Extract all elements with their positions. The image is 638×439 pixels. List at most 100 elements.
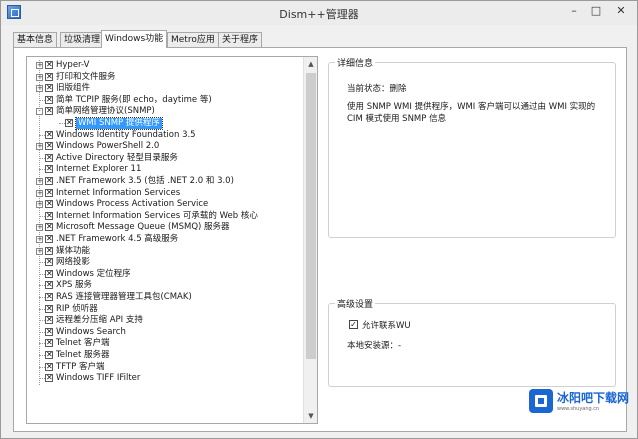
tab-cleanup[interactable]: 垃圾清理 <box>60 32 105 47</box>
feature-row[interactable]: ✕ Active Directory 轻型目录服务 <box>27 153 303 164</box>
tab-about[interactable]: 关于程序 <box>218 32 263 47</box>
feature-row[interactable]: ✕ 简单 TCPIP 服务(即 echo，daytime 等) <box>27 95 303 106</box>
feature-checkbox[interactable]: ✕ <box>45 281 53 290</box>
feature-checkbox[interactable]: ✕ <box>45 211 53 220</box>
feature-checkbox[interactable]: ✕ <box>45 188 53 197</box>
feature-label[interactable]: 远程差分压缩 API 支持 <box>56 315 143 326</box>
feature-checkbox[interactable]: ✕ <box>45 293 53 301</box>
expand-icon[interactable]: + <box>36 189 43 197</box>
feature-row[interactable]: + ✕ 媒体功能 <box>27 246 303 257</box>
tab-windows-features[interactable]: Windows功能 <box>101 30 168 48</box>
feature-row[interactable]: ✕ Telnet 服务器 <box>27 350 303 361</box>
minimize-icon[interactable]: – <box>563 3 585 19</box>
expand-icon[interactable]: + <box>36 62 43 69</box>
feature-label[interactable]: 简单网络管理协议(SNMP) <box>56 106 155 117</box>
feature-checkbox[interactable]: ✕ <box>45 95 53 104</box>
feature-row[interactable]: ✕ Telnet 客户端 <box>27 338 303 349</box>
feature-checkbox[interactable]: ✕ <box>45 362 53 371</box>
feature-checkbox[interactable]: ✕ <box>45 304 53 313</box>
feature-label[interactable]: TFTP 客户端 <box>56 362 104 373</box>
expand-icon[interactable]: + <box>36 143 43 151</box>
feature-row[interactable]: ✕ RAS 连接管理器管理工具包(CMAK) <box>27 292 303 303</box>
tree-scrollbar[interactable]: ▲ ▼ <box>303 57 317 423</box>
feature-label[interactable]: Telnet 服务器 <box>56 350 110 361</box>
feature-row[interactable]: ✕ Windows Search <box>27 327 303 338</box>
feature-row[interactable]: + ✕ Windows Process Activation Service <box>27 199 303 210</box>
feature-label[interactable]: Windows TIFF IFilter <box>56 373 140 384</box>
feature-label[interactable]: Windows Process Activation Service <box>56 199 208 210</box>
feature-checkbox[interactable]: ✕ <box>45 339 53 348</box>
collapse-icon[interactable]: - <box>36 108 43 116</box>
feature-checkbox[interactable]: ✕ <box>45 258 53 267</box>
tab-metro-apps[interactable]: Metro应用 <box>167 32 219 47</box>
feature-label[interactable]: Telnet 客户端 <box>56 338 110 349</box>
expand-icon[interactable]: + <box>36 201 43 209</box>
feature-checkbox[interactable]: ✕ <box>45 351 53 359</box>
feature-row[interactable]: ✕ Internet Explorer 11 <box>27 164 303 175</box>
feature-label[interactable]: .NET Framework 4.5 高级服务 <box>56 234 178 245</box>
feature-row[interactable]: ✕ Windows 定位程序 <box>27 269 303 280</box>
feature-label[interactable]: 旧版组件 <box>56 83 90 94</box>
feature-row[interactable]: ✕ 网络投影 <box>27 257 303 268</box>
feature-checkbox[interactable]: ✕ <box>45 130 53 139</box>
feature-row[interactable]: ✕ 远程差分压缩 API 支持 <box>27 315 303 326</box>
close-icon[interactable]: ✕ <box>601 3 638 19</box>
feature-row[interactable]: ✕ Windows Identity Foundation 3.5 <box>27 130 303 141</box>
feature-row[interactable]: ✕ Internet Information Services 可承载的 Web … <box>27 211 303 222</box>
feature-checkbox[interactable]: ✕ <box>45 269 53 278</box>
feature-checkbox[interactable]: ✕ <box>65 119 73 127</box>
feature-checkbox[interactable]: ✕ <box>45 223 53 232</box>
feature-row[interactable]: - ✕ 简单网络管理协议(SNMP) <box>27 106 303 117</box>
feature-checkbox[interactable]: ✕ <box>45 61 53 69</box>
feature-label[interactable]: Windows 定位程序 <box>56 269 131 280</box>
feature-checkbox[interactable]: ✕ <box>45 165 53 174</box>
scroll-thumb[interactable] <box>306 73 316 359</box>
feature-label[interactable]: RAS 连接管理器管理工具包(CMAK) <box>56 292 192 303</box>
allow-wu-checkbox[interactable]: ✓ <box>349 320 358 329</box>
feature-row[interactable]: ✕ Windows TIFF IFilter <box>27 373 303 384</box>
feature-checkbox[interactable]: ✕ <box>45 246 53 255</box>
feature-checkbox[interactable]: ✕ <box>45 107 53 116</box>
feature-label[interactable]: Windows Search <box>56 327 126 338</box>
feature-label[interactable]: Microsoft Message Queue (MSMQ) 服务器 <box>56 222 230 233</box>
feature-label[interactable]: Internet Information Services <box>56 188 180 199</box>
feature-label[interactable]: Windows PowerShell 2.0 <box>56 141 159 152</box>
expand-icon[interactable]: + <box>36 247 43 255</box>
feature-label[interactable]: Hyper-V <box>56 60 89 71</box>
feature-label[interactable]: 简单 TCPIP 服务(即 echo，daytime 等) <box>56 95 212 106</box>
feature-label[interactable]: 打印和文件服务 <box>56 72 116 83</box>
feature-checkbox[interactable]: ✕ <box>45 374 53 383</box>
feature-row[interactable]: ✕ RIP 侦听器 <box>27 304 303 315</box>
feature-label[interactable]: 媒体功能 <box>56 246 90 257</box>
feature-checkbox[interactable]: ✕ <box>45 153 53 162</box>
feature-checkbox[interactable]: ✕ <box>45 72 53 81</box>
feature-checkbox[interactable]: ✕ <box>45 142 53 151</box>
feature-checkbox[interactable]: ✕ <box>45 316 53 325</box>
expand-icon[interactable]: + <box>36 85 43 93</box>
feature-checkbox[interactable]: ✕ <box>45 200 53 209</box>
expand-icon[interactable]: + <box>36 236 43 243</box>
feature-row[interactable]: + ✕ Microsoft Message Queue (MSMQ) 服务器 <box>27 222 303 233</box>
scroll-down-icon[interactable]: ▼ <box>304 409 317 423</box>
feature-row[interactable]: ✕ XPS 服务 <box>27 280 303 291</box>
feature-tree[interactable]: + ✕ Hyper-V + ✕ 打印和文件服务 + ✕ 旧版组件 ✕ 简单 TCPIP 服务(即 e… <box>26 56 318 424</box>
feature-label[interactable]: Internet Explorer 11 <box>56 164 141 175</box>
feature-row[interactable]: + ✕ 旧版组件 <box>27 83 303 94</box>
feature-label[interactable]: WMI SNMP 提供程序 <box>75 117 163 130</box>
feature-row[interactable]: + ✕ .NET Framework 3.5 (包括 .NET 2.0 和 3.0) <box>27 176 303 187</box>
scroll-up-icon[interactable]: ▲ <box>304 57 317 71</box>
feature-label[interactable]: 网络投影 <box>56 257 90 268</box>
feature-label[interactable]: .NET Framework 3.5 (包括 .NET 2.0 和 3.0) <box>56 176 234 187</box>
feature-label[interactable]: Windows Identity Foundation 3.5 <box>56 130 196 141</box>
feature-checkbox[interactable]: ✕ <box>45 235 53 243</box>
feature-row[interactable]: + ✕ Hyper-V <box>27 60 303 71</box>
feature-label[interactable]: RIP 侦听器 <box>56 304 98 315</box>
feature-row[interactable]: + ✕ Internet Information Services <box>27 188 303 199</box>
feature-label[interactable]: Active Directory 轻型目录服务 <box>56 153 178 164</box>
expand-icon[interactable]: + <box>36 73 43 81</box>
feature-label[interactable]: Internet Information Services 可承载的 Web 核… <box>56 211 258 222</box>
feature-checkbox[interactable]: ✕ <box>45 177 53 185</box>
feature-row[interactable]: + ✕ 打印和文件服务 <box>27 72 303 83</box>
feature-label[interactable]: XPS 服务 <box>56 280 92 291</box>
expand-icon[interactable]: + <box>36 224 43 232</box>
